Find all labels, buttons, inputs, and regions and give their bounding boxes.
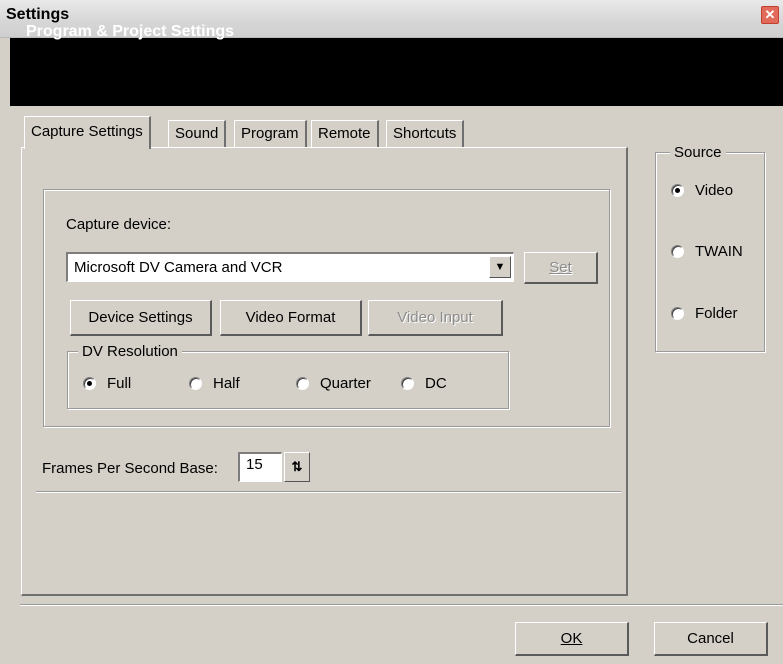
fps-input[interactable]: 15	[238, 452, 282, 482]
device-settings-button[interactable]: Device Settings	[70, 300, 212, 336]
radio-button[interactable]	[296, 377, 309, 390]
video-input-label: Video Input	[397, 309, 473, 326]
radio-label: Quarter	[320, 375, 371, 392]
radio-label: Half	[213, 375, 240, 392]
chevron-down-icon[interactable]: ▼	[489, 256, 511, 278]
radio-button[interactable]	[401, 377, 414, 390]
radio-button[interactable]	[189, 377, 202, 390]
video-format-button[interactable]: Video Format	[220, 300, 362, 336]
capture-device-label: Capture device:	[66, 216, 172, 233]
set-button[interactable]: Set	[524, 252, 598, 284]
set-button-label: Set	[549, 259, 572, 276]
video-input-button[interactable]: Video Input	[368, 300, 503, 336]
capture-device-value: Microsoft DV Camera and VCR	[74, 259, 283, 276]
spin-arrows-icon[interactable]: ⇅	[284, 452, 310, 482]
radio-label: DC	[425, 375, 447, 392]
dv-resolution-legend: DV Resolution	[78, 343, 182, 360]
radio-label: Full	[107, 375, 132, 392]
fps-label: Frames Per Second Base:	[42, 460, 218, 477]
radio-button[interactable]	[83, 377, 96, 390]
video-format-label: Video Format	[245, 309, 336, 326]
device-settings-label: Device Settings	[88, 309, 193, 326]
divider	[36, 491, 621, 493]
radio-selected-dot	[87, 381, 92, 386]
capture-device-select[interactable]: Microsoft DV Camera and VCR ▼	[66, 252, 514, 282]
